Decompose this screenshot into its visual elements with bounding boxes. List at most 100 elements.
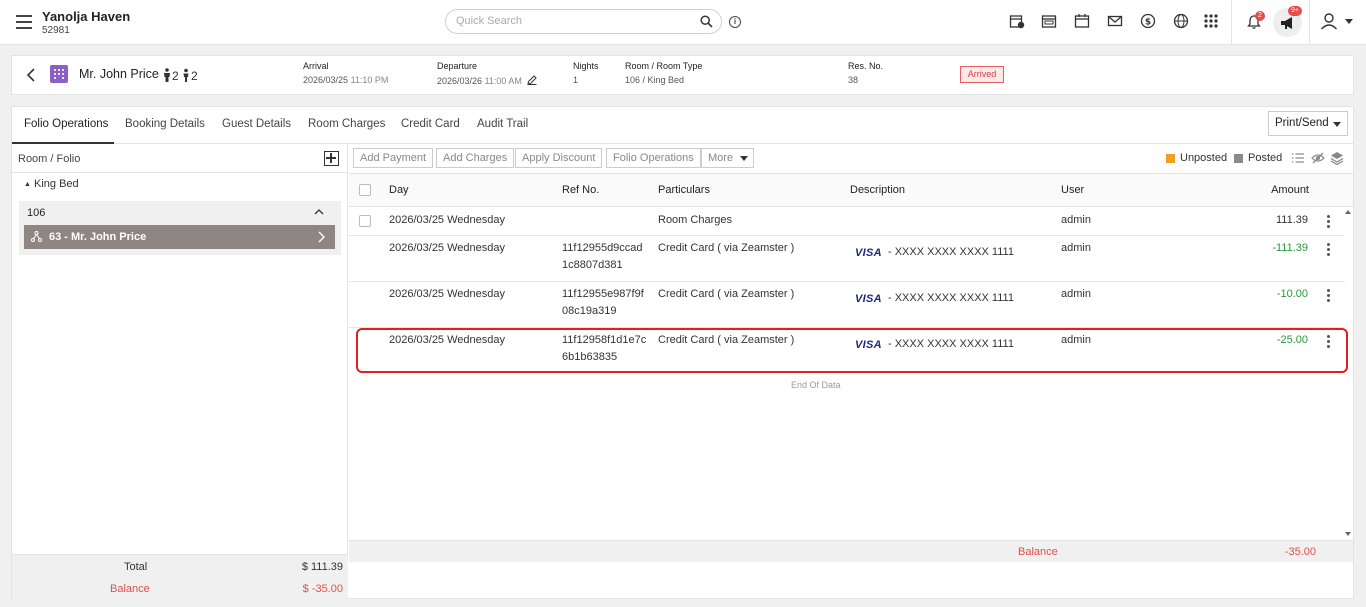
calendar-clock-icon[interactable] [1009, 13, 1025, 29]
tab-folio-operations[interactable]: Folio Operations [24, 118, 108, 130]
tab-audit-trail[interactable]: Audit Trail [477, 118, 528, 130]
dollar-icon[interactable]: $ [1140, 13, 1156, 29]
layers-icon[interactable] [1330, 151, 1344, 165]
caret-up-icon: ▲ [24, 181, 31, 188]
notification-badge: 2 [1255, 11, 1265, 21]
folio-operations-button[interactable]: Folio Operations [606, 148, 701, 168]
row-card-number: - XXXX XXXX XXXX 1111 [888, 338, 1014, 350]
nights-value: 1 [573, 75, 579, 85]
unposted-legend-swatch [1166, 154, 1175, 163]
row-ref-line2: 6b1b63835 [562, 351, 618, 363]
edit-pencil-icon[interactable] [527, 75, 538, 85]
back-arrow-icon[interactable] [25, 68, 37, 82]
apps-grid-icon[interactable] [1203, 13, 1219, 29]
table-row[interactable]: 2026/03/25 Wednesday 11f12955e987f9f 08c… [349, 282, 1345, 328]
user-icon[interactable] [1320, 12, 1338, 30]
unposted-legend-label: Unposted [1180, 152, 1228, 164]
hide-eye-icon[interactable] [1311, 151, 1325, 165]
room-value: 106 / King Bed [625, 75, 685, 85]
print-send-button[interactable]: Print/Send [1268, 111, 1348, 136]
balance-value: -35.00 [1284, 546, 1316, 558]
info-icon[interactable]: i [729, 16, 741, 28]
scroll-up-arrow[interactable] [1345, 210, 1351, 214]
folio-item[interactable]: 63 - Mr. John Price [24, 225, 335, 249]
user-menu-chevron-icon[interactable] [1345, 19, 1353, 24]
row-menu-icon[interactable] [1327, 243, 1331, 257]
visa-logo: VISA [855, 293, 882, 305]
balance-value: $ -35.00 [302, 583, 343, 595]
row-card-number: - XXXX XXXX XXXX 1111 [888, 246, 1014, 258]
departure-time: 11:00 AM [484, 76, 522, 86]
chevron-right-icon [318, 231, 325, 243]
hotel-name: Yanolja Haven [42, 9, 131, 24]
row-amount: 111.39 [1275, 214, 1308, 226]
balance-label: Balance [1018, 546, 1058, 558]
arrival-time: 11:10 PM [350, 75, 389, 85]
row-user: admin [1061, 334, 1091, 346]
visa-logo: VISA [855, 247, 882, 259]
tab-room-charges[interactable]: Room Charges [308, 118, 385, 130]
nights-label: Nights [573, 61, 599, 71]
divider [1231, 0, 1232, 45]
tab-guest-details[interactable]: Guest Details [222, 118, 291, 130]
departure-date: 2026/03/26 [437, 76, 483, 86]
calendar-icon[interactable] [1074, 13, 1090, 29]
menu-icon[interactable] [16, 15, 32, 29]
search-icon[interactable] [700, 15, 713, 28]
column-ref-no: Ref No. [562, 184, 600, 196]
tab-bar: Folio Operations Booking Details Guest D… [12, 107, 1353, 144]
column-day: Day [389, 184, 409, 196]
room-type-group[interactable]: ▲ King Bed [24, 178, 79, 190]
add-payment-button[interactable]: Add Payment [353, 148, 434, 168]
room-type-label: King Bed [34, 178, 79, 190]
row-user: admin [1061, 288, 1091, 300]
adult-count: 2 [172, 69, 179, 83]
row-particulars: Credit Card ( via Zeamster ) [658, 288, 795, 300]
select-all-checkbox[interactable] [359, 184, 371, 196]
row-amount: -111.39 [1272, 242, 1308, 254]
mail-icon[interactable] [1107, 13, 1123, 29]
chevron-up-icon[interactable] [314, 207, 324, 217]
transactions-area: Add Payment Add Charges Apply Discount F… [349, 144, 1353, 599]
list-view-icon[interactable] [1291, 151, 1305, 165]
row-menu-icon[interactable] [1327, 289, 1331, 303]
more-button[interactable]: More [701, 148, 755, 168]
search-input[interactable] [456, 15, 686, 27]
total-value: $ 111.39 [301, 561, 343, 573]
row-day: 2026/03/25 Wednesday [389, 288, 505, 300]
table-row[interactable]: 2026/03/25 Wednesday 11f12958f1d1e7c 6b1… [349, 328, 1345, 374]
folio-panel: Folio Operations Booking Details Guest D… [11, 106, 1354, 599]
row-menu-icon[interactable] [1327, 335, 1331, 349]
row-menu-icon[interactable] [1327, 215, 1331, 229]
quick-search[interactable] [445, 9, 722, 34]
row-ref-line2: 08c19a319 [562, 305, 617, 317]
column-particulars: Particulars [658, 184, 710, 196]
balance-label: Balance [110, 583, 150, 595]
add-folio-icon[interactable] [324, 151, 339, 166]
room-label: Room / Room Type [625, 61, 703, 71]
building-icon [50, 65, 68, 83]
hotel-id: 52981 [42, 25, 70, 36]
row-user: admin [1061, 242, 1091, 254]
row-amount: -10.00 [1276, 288, 1308, 300]
tab-booking-details[interactable]: Booking Details [125, 118, 205, 130]
row-ref-line1: 11f12958f1d1e7c [562, 334, 647, 346]
row-checkbox[interactable] [359, 215, 371, 227]
res-no-value: 38 [848, 75, 859, 85]
table-row[interactable]: 2026/03/25 Wednesday Room Charges admin … [349, 207, 1345, 236]
scroll-down-arrow[interactable] [1345, 532, 1351, 536]
folio-tree-icon [31, 231, 42, 242]
calendar-check-icon[interactable] [1041, 13, 1057, 29]
nights-info: Nights 1 [573, 61, 599, 85]
reservation-header: Mr. John Price 2 2 Arrival 2026/03/25 11… [11, 55, 1354, 95]
total-label: Total [124, 561, 148, 573]
print-send-label: Print/Send [1275, 117, 1329, 129]
globe-icon[interactable] [1173, 13, 1189, 29]
table-header: Day Ref No. Particulars Description User… [349, 173, 1353, 207]
tab-credit-card[interactable]: Credit Card [401, 118, 460, 130]
arrival-label: Arrival [303, 61, 329, 71]
row-particulars: Room Charges [658, 214, 732, 226]
add-charges-button[interactable]: Add Charges [436, 148, 515, 168]
table-row[interactable]: 2026/03/25 Wednesday 11f12955d9ccad 1c88… [349, 236, 1345, 282]
apply-discount-button[interactable]: Apply Discount [515, 148, 603, 168]
